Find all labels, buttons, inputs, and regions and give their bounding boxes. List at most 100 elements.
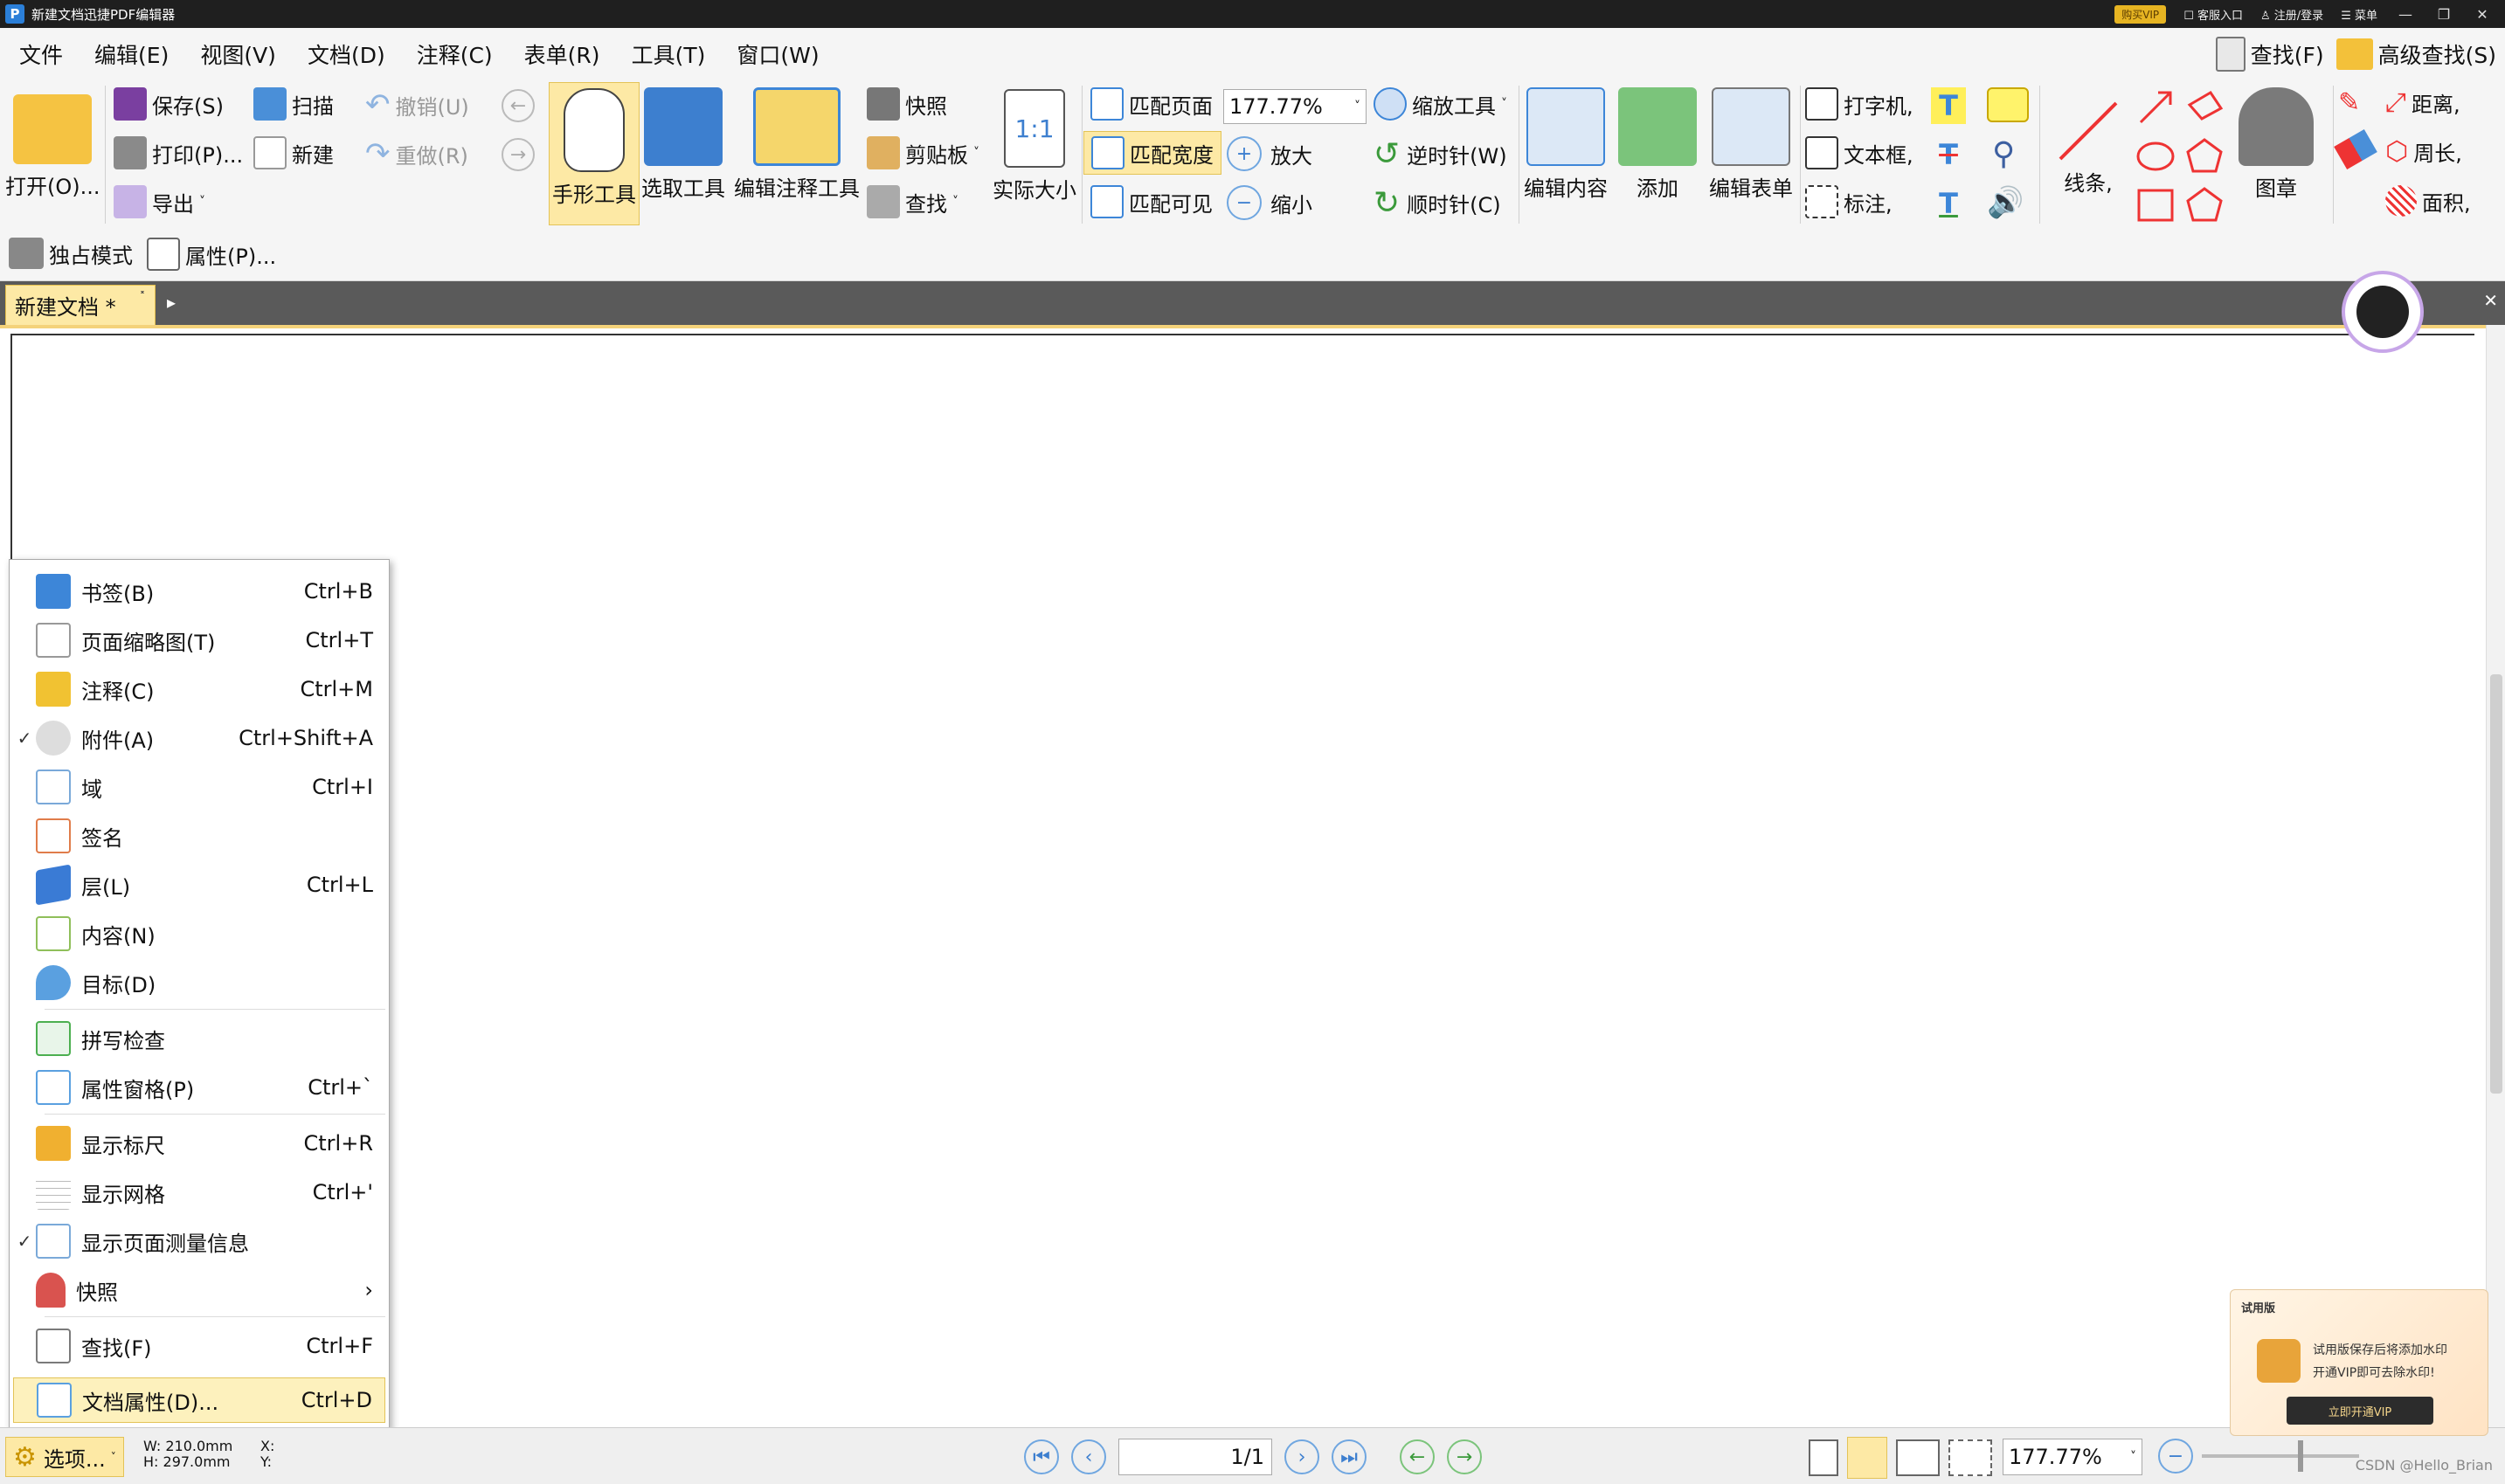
first-page-icon[interactable]: ⏮ — [1024, 1439, 1059, 1474]
history-back-icon[interactable]: ← — [1400, 1439, 1435, 1474]
history-forward-icon[interactable]: → — [1447, 1439, 1482, 1474]
menu-window[interactable]: 窗口(W) — [721, 38, 834, 70]
scrollbar-thumb[interactable] — [2490, 674, 2502, 1094]
fit-width-button[interactable]: 匹配宽度 — [1083, 131, 1221, 175]
menu-view[interactable]: 视图(V) — [184, 38, 292, 70]
stamp-button[interactable]: 图章 — [2239, 87, 2314, 202]
view-menu-item-layers[interactable]: 层(L) Ctrl+L — [13, 862, 385, 908]
single-page-icon[interactable] — [1809, 1439, 1838, 1476]
select-tool-button[interactable]: 选取工具 — [641, 87, 725, 202]
zoom-slider[interactable] — [2202, 1440, 2359, 1472]
lines-button[interactable]: 线条, — [2053, 96, 2123, 197]
view-menu-item-fields[interactable]: 域 Ctrl+I — [13, 764, 385, 810]
menu-link[interactable]: ☰ 菜单 — [2341, 6, 2377, 23]
sound-button[interactable]: 🔊 — [1987, 185, 2024, 220]
view-menu-item-thumbnails[interactable]: 页面缩略图(T) Ctrl+T — [13, 618, 385, 663]
area-button[interactable]: 面积, — [2385, 185, 2471, 217]
view-menu-item-content[interactable]: 内容(N) — [13, 911, 385, 956]
pencil-button[interactable]: ✎ — [2338, 87, 2373, 122]
clipboard-button[interactable]: 剪贴板 ˅ — [867, 136, 979, 169]
view-menu-item-snap[interactable]: 快照 › — [13, 1267, 385, 1313]
zoom-tool-button[interactable]: 缩放工具 ˅ — [1374, 87, 1507, 121]
polyline-button[interactable] — [2184, 87, 2225, 128]
close-all-tabs-icon[interactable]: ✕ — [2483, 290, 2498, 311]
fit-page-button[interactable]: 匹配页面 — [1090, 87, 1213, 121]
service-link[interactable]: ☐ 客服入口 — [2183, 6, 2243, 23]
zoom-out-button[interactable]: − 缩小 — [1227, 185, 1312, 220]
polygon-button[interactable] — [2184, 136, 2225, 176]
menu-file[interactable]: 文件 — [0, 38, 79, 70]
open-vip-button[interactable]: 立即开通VIP — [2287, 1397, 2433, 1425]
undo-button[interactable]: ↶ 撤销(U) — [365, 87, 469, 122]
new-tab-icon[interactable]: ▸ — [163, 293, 180, 311]
ribbon-find-button[interactable]: 查找 ˅ — [867, 185, 958, 218]
last-page-icon[interactable]: ⏭ — [1332, 1439, 1367, 1474]
rotate-cw-button[interactable]: ↻ 顺时针(C) — [1374, 185, 1501, 221]
continuous-facing-icon[interactable] — [1948, 1439, 1992, 1476]
open-button[interactable]: 打开(O)... — [5, 87, 100, 200]
edit-content-button[interactable]: 编辑内容 — [1524, 87, 1608, 202]
save-button[interactable]: 保存(S) — [114, 87, 224, 121]
view-menu-item-properties-pane[interactable]: 属性窗格(P) Ctrl+` — [13, 1065, 385, 1110]
view-menu-item-comments[interactable]: 注释(C) Ctrl+M — [13, 666, 385, 712]
view-menu-item-find[interactable]: 查找(F) Ctrl+F — [13, 1323, 385, 1369]
add-button[interactable]: 添加 — [1618, 87, 1697, 202]
view-menu-item-spellcheck[interactable]: 拼写检查 — [13, 1016, 385, 1061]
attach-file-button[interactable]: ⚲ — [1992, 136, 2015, 172]
print-button[interactable]: 打印(P)... — [114, 136, 243, 169]
edit-form-button[interactable]: 编辑表单 — [1709, 87, 1793, 202]
properties-button[interactable]: 属性(P)... — [147, 238, 276, 271]
new-button[interactable]: 新建 — [253, 136, 334, 169]
scan-button[interactable]: 扫描 — [253, 87, 334, 121]
cloud-button[interactable] — [2184, 185, 2225, 225]
snapshot-button[interactable]: 快照 — [867, 87, 947, 121]
note-button[interactable] — [1987, 87, 2029, 122]
strikeout-button[interactable]: T — [1931, 136, 1966, 173]
view-menu-item-ruler[interactable]: 显示标尺 Ctrl+R — [13, 1121, 385, 1166]
view-menu-item-measure-info[interactable]: ✓ 显示页面测量信息 — [13, 1218, 385, 1264]
callout-button[interactable]: 标注, — [1805, 185, 1893, 218]
menu-form[interactable]: 表单(R) — [509, 38, 616, 70]
buy-vip-button[interactable]: 购买VIP — [2114, 4, 2167, 24]
facing-page-icon[interactable] — [1896, 1439, 1940, 1476]
redo-button[interactable]: ↷ 重做(R) — [365, 136, 468, 171]
find-button[interactable]: 查找(F) — [2215, 37, 2324, 72]
advanced-find-button[interactable]: 高级查找(S) — [2335, 38, 2496, 70]
floating-logo-badge[interactable] — [2342, 271, 2424, 353]
document-tab[interactable]: 新建文档 * ˟ — [5, 285, 156, 325]
forward-button[interactable]: → — [502, 138, 535, 171]
textbox-button[interactable]: 文本框, — [1805, 136, 1913, 169]
rectangle-button[interactable] — [2135, 185, 2176, 225]
back-button[interactable]: ← — [502, 89, 535, 122]
login-link[interactable]: ♙ 注册/登录 — [2260, 6, 2323, 23]
hand-tool-button[interactable]: 手形工具 — [549, 82, 640, 225]
vertical-scrollbar[interactable] — [2486, 325, 2505, 1427]
status-zoom-select[interactable]: 177.77% ˅ — [2003, 1439, 2142, 1475]
view-menu-item-grid[interactable]: 显示网格 Ctrl+' — [13, 1170, 385, 1215]
view-menu-item-doc-properties[interactable]: 文档属性(D)... Ctrl+D — [13, 1377, 385, 1423]
maximize-button[interactable]: ❐ — [2433, 6, 2454, 23]
options-button[interactable]: ⚙ 选项... ˅ — [5, 1437, 124, 1477]
zoom-select[interactable]: 177.77% ˅ — [1223, 89, 1367, 124]
menu-tools[interactable]: 工具(T) — [616, 38, 722, 70]
prev-page-icon[interactable]: ‹ — [1071, 1439, 1106, 1474]
actual-size-button[interactable]: 1:1 实际大小 — [993, 89, 1076, 204]
minimize-button[interactable]: — — [2395, 6, 2416, 23]
view-menu-item-destinations[interactable]: 目标(D) — [13, 960, 385, 1005]
highlight-text-button[interactable]: T — [1931, 87, 1966, 124]
view-menu-item-bookmark[interactable]: 书签(B) Ctrl+B — [13, 569, 385, 614]
rotate-ccw-button[interactable]: ↺ 逆时针(W) — [1374, 136, 1507, 172]
view-menu-item-signature[interactable]: 签名 — [13, 813, 385, 859]
zoom-out-icon[interactable]: − — [2158, 1439, 2193, 1474]
edit-annotation-tool-button[interactable]: 编辑注释工具 — [734, 87, 860, 202]
tab-close-icon[interactable]: ˟ — [139, 289, 146, 306]
ellipse-button[interactable] — [2135, 136, 2176, 176]
distance-button[interactable]: ⤢ 距离, — [2385, 87, 2460, 118]
zoom-in-button[interactable]: + 放大 — [1227, 136, 1312, 171]
arrow-shape-button[interactable] — [2135, 87, 2176, 128]
fit-visible-button[interactable]: 匹配可见 — [1090, 185, 1213, 218]
page-input[interactable]: 1/1 — [1118, 1439, 1272, 1475]
menu-edit[interactable]: 编辑(E) — [79, 38, 184, 70]
eraser-button[interactable] — [2334, 129, 2377, 169]
underline-button[interactable]: T — [1931, 185, 1966, 222]
